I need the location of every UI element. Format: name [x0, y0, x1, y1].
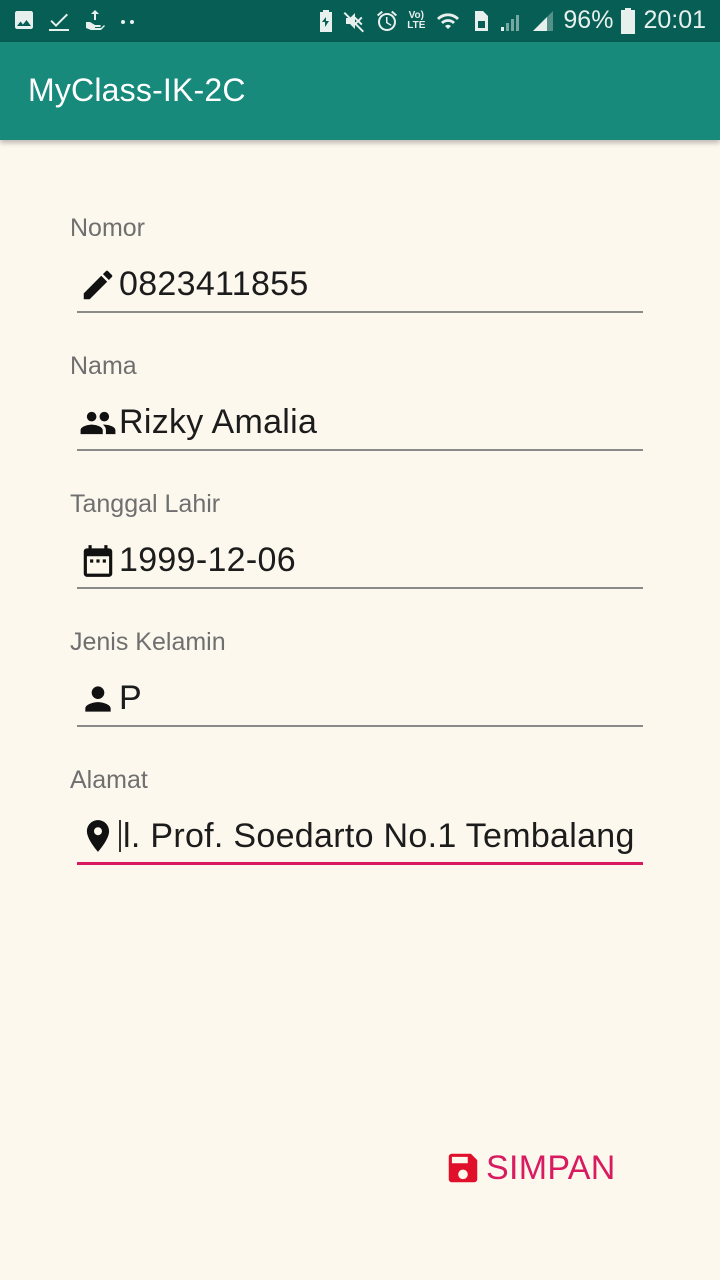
nama-input[interactable]: Rizky Amalia	[77, 396, 643, 451]
gallery-icon	[15, 11, 33, 29]
battery-percentage: 96%	[563, 6, 614, 34]
tanggal-lahir-value: 1999-12-06	[119, 541, 296, 579]
nama-label: Nama	[70, 352, 137, 380]
calendar-icon	[77, 540, 119, 582]
more-notifications-icon	[121, 20, 134, 24]
battery-saver-icon	[320, 9, 333, 32]
jenis-kelamin-input[interactable]: P	[77, 672, 643, 727]
tanggal-lahir-input[interactable]: 1999-12-06	[77, 534, 643, 589]
people-icon	[77, 402, 119, 444]
nomor-label: Nomor	[70, 214, 146, 242]
save-button[interactable]: SIMPAN	[444, 1146, 616, 1190]
location-pin-icon	[77, 815, 119, 857]
signal-weak-icon	[501, 14, 520, 31]
check-icon	[49, 13, 69, 31]
alamat-label: Alamat	[70, 766, 148, 794]
edit-icon	[77, 264, 119, 306]
app-bar: MyClass-IK-2C	[0, 42, 720, 140]
mute-icon	[343, 11, 365, 32]
volte-indicator: Vo) LTE	[407, 9, 426, 31]
battery-icon	[621, 7, 636, 34]
app-title: MyClass-IK-2C	[28, 72, 246, 108]
jenis-kelamin-label: Jenis Kelamin	[70, 628, 226, 656]
nama-value: Rizky Amalia	[119, 403, 318, 441]
nomor-value: 0823411855	[119, 265, 309, 303]
status-bar: Vo) LTE 96% 20:01	[0, 0, 720, 42]
text-cursor	[119, 820, 121, 852]
signal-icon	[533, 10, 554, 31]
floppy-disk-icon	[448, 1153, 478, 1183]
jenis-kelamin-value: P	[119, 679, 142, 717]
system-icons: Vo) LTE 96% 20:01	[317, 6, 706, 35]
notification-icons	[12, 8, 138, 32]
clock: 20:01	[643, 6, 706, 34]
save-button-label: SIMPAN	[486, 1148, 616, 1187]
sim-card-icon	[475, 10, 489, 31]
nomor-input[interactable]: 0823411855	[77, 258, 643, 313]
person-icon	[77, 678, 119, 720]
alamat-input[interactable]: l. Prof. Soedarto No.1 Tembalang	[77, 810, 643, 865]
wifi-icon	[437, 12, 460, 29]
alamat-value: l. Prof. Soedarto No.1 Tembalang	[123, 816, 635, 855]
alarm-icon	[377, 10, 398, 31]
upload-hand-icon	[86, 10, 105, 30]
tanggal-lahir-label: Tanggal Lahir	[70, 490, 221, 518]
